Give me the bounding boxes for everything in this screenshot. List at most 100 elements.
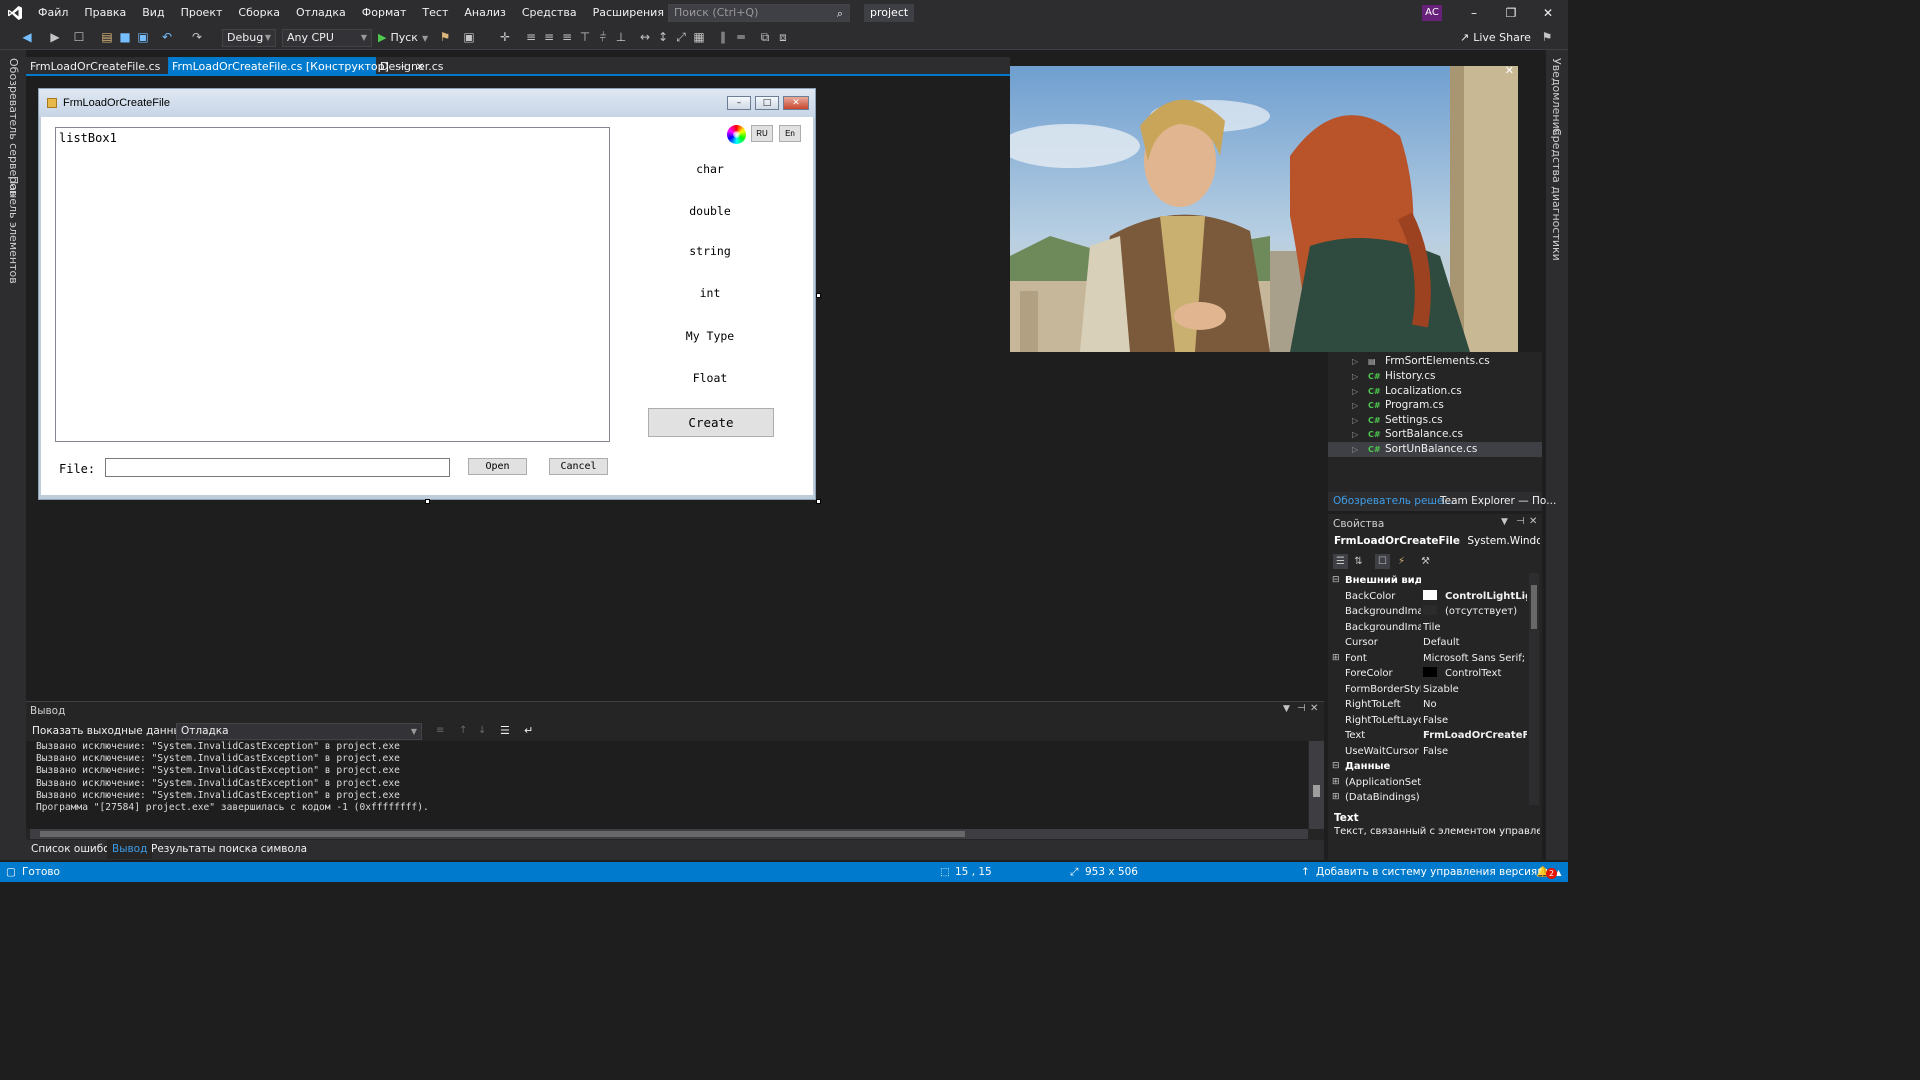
notifications-tab[interactable]: Уведомления xyxy=(1550,58,1563,135)
same-height-icon[interactable]: ↕ xyxy=(656,30,670,44)
close-icon[interactable]: ✕ xyxy=(1310,703,1318,714)
account-avatar[interactable]: AC xyxy=(1422,5,1442,21)
type-label-float[interactable]: Float xyxy=(661,371,759,385)
cancel-button[interactable]: Cancel xyxy=(549,458,608,475)
same-size-icon[interactable]: ⤢ xyxy=(674,30,688,44)
menu-extensions[interactable]: Расширения xyxy=(585,0,672,26)
property-row[interactable]: ⊞ (DataBindings) xyxy=(1328,790,1528,806)
property-value[interactable]: Default xyxy=(1423,635,1527,651)
type-label-my-type[interactable]: My Type xyxy=(661,329,759,343)
output-text-area[interactable]: Вызвано исключение: "System.InvalidCastE… xyxy=(26,741,1308,829)
expand-arrow-icon[interactable]: ▷ xyxy=(1352,384,1358,399)
output-horizontal-scrollbar[interactable] xyxy=(30,829,1308,839)
diagnostic-tools-tab[interactable]: Средства диагностики xyxy=(1550,128,1563,261)
property-value[interactable]: Microsoft Sans Serif; 8,25 xyxy=(1423,651,1527,667)
property-row[interactable]: BackColor ControlLightLight xyxy=(1328,589,1528,605)
property-value[interactable]: (отсутствует) xyxy=(1423,604,1527,620)
tree-item[interactable]: ▷ C# Settings.cs xyxy=(1328,413,1542,428)
screenshot-icon[interactable]: ▣ xyxy=(462,30,476,44)
scrollbar-thumb[interactable] xyxy=(40,831,965,837)
bring-to-front-icon[interactable]: ⧉ xyxy=(758,30,772,44)
menu-format[interactable]: Формат xyxy=(354,0,415,26)
properties-view-icon[interactable]: ☐ xyxy=(1375,554,1390,569)
property-row[interactable]: ForeColor ControlText xyxy=(1328,666,1528,682)
visual-studio-logo-icon[interactable] xyxy=(0,0,30,26)
align-centers-icon[interactable]: ≡ xyxy=(542,30,556,44)
expand-icon[interactable]: ⊞ xyxy=(1332,790,1340,806)
property-row[interactable]: Text FrmLoadOrCreateFile xyxy=(1328,728,1528,744)
save-all-icon[interactable]: ▣ xyxy=(136,30,150,44)
new-project-icon[interactable]: ☐ xyxy=(72,30,86,44)
tree-item[interactable]: ▷ C# History.cs xyxy=(1328,369,1542,384)
add-to-source-control-button[interactable]: Добавить в систему управления версиями ▲ xyxy=(1316,862,1562,883)
next-message-icon[interactable]: ↓ xyxy=(478,725,486,736)
type-label-double[interactable]: double xyxy=(661,204,759,218)
video-overlay[interactable]: ✕ xyxy=(1010,66,1518,352)
live-share-button[interactable]: ↗ Live Share xyxy=(1460,29,1531,47)
restore-icon[interactable]: ❐ xyxy=(1493,0,1529,26)
property-value[interactable]: False xyxy=(1423,744,1527,760)
previous-message-icon[interactable]: ↑ xyxy=(459,725,467,736)
open-button[interactable]: Open xyxy=(468,458,527,475)
property-value[interactable]: FrmLoadOrCreateFile xyxy=(1423,728,1527,744)
property-row[interactable]: RightToLeftLayou False xyxy=(1328,713,1528,729)
hot-reload-icon[interactable]: ⚑ xyxy=(438,30,452,44)
minimize-icon[interactable]: – xyxy=(1456,0,1492,26)
property-row[interactable]: BackgroundImag Tile xyxy=(1328,620,1528,636)
menu-file[interactable]: Файл xyxy=(30,0,76,26)
expand-arrow-icon[interactable]: ▷ xyxy=(1352,369,1358,384)
expand-arrow-icon[interactable]: ▷ xyxy=(1352,398,1358,413)
expand-icon[interactable]: ⊞ xyxy=(1332,651,1340,667)
property-value[interactable]: Sizable xyxy=(1423,682,1527,698)
word-wrap-icon[interactable]: ↵ xyxy=(524,724,533,737)
property-value[interactable]: Tile xyxy=(1423,620,1527,636)
pin-icon[interactable]: ⊣ xyxy=(1297,703,1306,714)
navigate-forward-icon[interactable]: ▶ xyxy=(48,30,62,44)
align-middles-icon[interactable]: ⫩ xyxy=(596,30,610,44)
tree-item[interactable]: ▷ C# Localization.cs xyxy=(1328,384,1542,399)
tree-item[interactable]: ▷ C# SortBalance.cs xyxy=(1328,427,1542,442)
menu-build[interactable]: Сборка xyxy=(230,0,288,26)
navigate-back-icon[interactable]: ◀ xyxy=(20,30,34,44)
close-icon[interactable]: ✕ xyxy=(1529,516,1537,527)
chevron-down-icon[interactable]: ▼ xyxy=(1283,704,1290,714)
property-row[interactable]: Cursor Default xyxy=(1328,635,1528,651)
collapse-icon[interactable]: ⊟ xyxy=(1332,573,1340,589)
designed-form-window[interactable]: FrmLoadOrCreateFile – □ ✕ listBox1 RU En… xyxy=(38,88,816,500)
open-file-icon[interactable]: ▤ xyxy=(100,30,114,44)
chevron-down-icon[interactable]: ▼ xyxy=(1501,517,1508,527)
tree-item[interactable]: ▷ ▤ FrmSortElements.cs xyxy=(1328,354,1542,369)
property-value[interactable]: ControlLightLight xyxy=(1423,589,1527,605)
property-value[interactable]: No xyxy=(1423,697,1527,713)
find-message-icon[interactable]: ≡ xyxy=(436,725,444,736)
tab-frmloadorcreatefile-designer[interactable]: FrmLoadOrCreateFile.cs [Конструктор] ⊣ ✕ xyxy=(168,57,424,76)
expand-arrow-icon[interactable]: ▷ xyxy=(1352,427,1358,442)
property-category[interactable]: ⊟ Внешний вид xyxy=(1328,573,1528,589)
tab-frmloadorcreatefile-code[interactable]: FrmLoadOrCreateFile.cs xyxy=(26,57,164,76)
file-path-input[interactable] xyxy=(105,458,450,477)
save-icon[interactable]: ■ xyxy=(118,30,132,44)
solution-configuration-select[interactable]: Debug ▼ xyxy=(222,29,276,47)
resize-handle-right[interactable] xyxy=(816,293,821,298)
type-label-int[interactable]: int xyxy=(661,286,759,300)
type-label-string[interactable]: string xyxy=(661,244,759,258)
menu-edit[interactable]: Правка xyxy=(76,0,134,26)
property-row[interactable]: BackgroundImag (отсутствует) xyxy=(1328,604,1528,620)
menu-tools[interactable]: Средства xyxy=(514,0,585,26)
property-value[interactable]: ControlText xyxy=(1423,666,1527,682)
expand-arrow-icon[interactable]: ▷ xyxy=(1352,442,1358,457)
size-to-grid-icon[interactable]: ▦ xyxy=(692,30,706,44)
align-tops-icon[interactable]: ⊤ xyxy=(578,30,592,44)
solution-platform-select[interactable]: Any CPU ▼ xyxy=(282,29,372,47)
form-client-area[interactable]: listBox1 RU En char double string int My… xyxy=(41,117,813,495)
horizontal-spacing-icon[interactable]: ∥ xyxy=(716,30,730,44)
events-icon[interactable]: ⚡ xyxy=(1394,554,1409,569)
property-row[interactable]: UseWaitCursor False xyxy=(1328,744,1528,760)
property-category[interactable]: ⊟ Данные xyxy=(1328,759,1528,775)
color-picker-icon[interactable] xyxy=(727,125,746,144)
lang-en-button[interactable]: En xyxy=(779,125,801,142)
clear-all-icon[interactable]: ☰ xyxy=(500,724,510,737)
undo-icon[interactable]: ↶ xyxy=(160,30,174,44)
tree-item[interactable]: ▷ C# Program.cs xyxy=(1328,398,1542,413)
type-label-char[interactable]: char xyxy=(661,162,759,176)
